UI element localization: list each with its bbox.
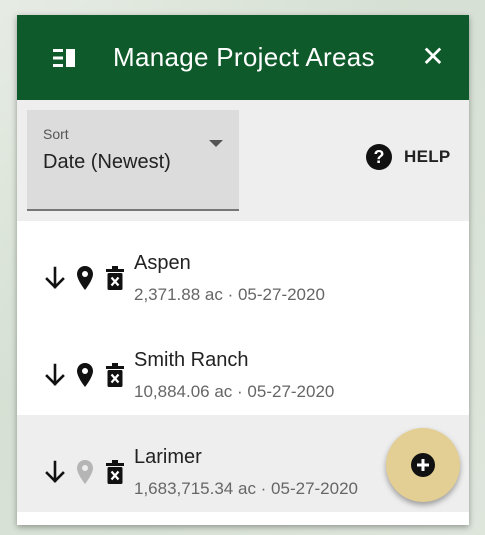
help-label: HELP	[404, 147, 451, 166]
arrow-down-icon[interactable]	[44, 460, 66, 484]
sort-value: Date (Newest)	[43, 151, 171, 173]
add-project-area-button[interactable]	[386, 428, 460, 502]
caret-down-icon	[209, 140, 223, 147]
close-button[interactable]: ✕	[419, 42, 447, 72]
arrow-down-icon[interactable]	[44, 266, 66, 290]
delete-icon[interactable]	[106, 362, 124, 388]
project-area-row[interactable]: Smith Ranch 10,884.06 ac · 05-27-2020	[17, 318, 469, 415]
map-pin-icon[interactable]	[76, 362, 94, 388]
plus-circle-icon	[411, 453, 435, 477]
delete-icon[interactable]	[106, 459, 124, 485]
project-area-meta: 1,683,715.34 ac · 05-27-2020	[134, 479, 359, 498]
svg-text:?: ?	[374, 147, 385, 167]
map-pin-icon[interactable]	[76, 265, 94, 291]
arrow-down-icon[interactable]	[44, 363, 66, 387]
panel-header: Manage Project Areas ✕	[17, 15, 469, 100]
project-area-meta: 2,371.88 ac · 05-27-2020	[134, 285, 325, 304]
project-area-name: Smith Ranch	[134, 349, 249, 371]
project-area-row[interactable]: Aspen 2,371.88 ac · 05-27-2020	[17, 221, 469, 318]
panel-toolbar: Sort Date (Newest) ? HELP	[17, 100, 469, 221]
project-area-meta: 10,884.06 ac · 05-27-2020	[134, 382, 335, 401]
map-pin-icon-inactive[interactable]	[76, 459, 94, 485]
help-button[interactable]: ? HELP	[365, 142, 451, 172]
project-area-name: Larimer	[134, 446, 202, 468]
panel-title: Manage Project Areas	[113, 42, 375, 72]
project-area-name: Aspen	[134, 252, 191, 274]
delete-icon[interactable]	[106, 265, 124, 291]
help-circle-icon: ?	[366, 144, 392, 170]
list-menu-icon[interactable]	[53, 48, 75, 68]
manage-project-areas-panel: Manage Project Areas ✕ Sort Date (Newest…	[17, 15, 469, 525]
sort-select[interactable]: Sort Date (Newest)	[27, 110, 239, 211]
sort-label: Sort	[43, 126, 69, 142]
